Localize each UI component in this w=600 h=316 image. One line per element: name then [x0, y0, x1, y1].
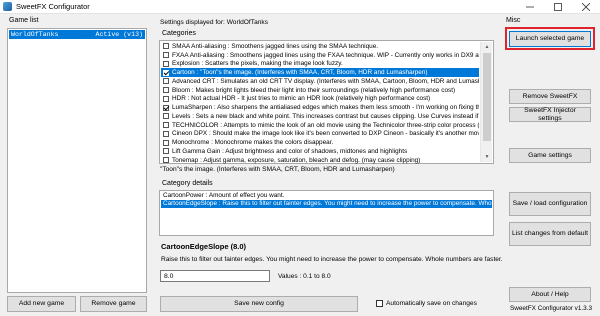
- autosave-checkbox[interactable]: [376, 300, 383, 307]
- category-item[interactable]: FXAA Anti-aliasing : Smoothens jagged li…: [161, 51, 479, 60]
- game-list-item[interactable]: WorldOfTanks Active (v13): [9, 30, 145, 39]
- category-checkbox[interactable]: [163, 139, 169, 146]
- maximize-icon: [554, 2, 562, 11]
- close-button[interactable]: [572, 0, 600, 14]
- category-item[interactable]: SMAA Anti-aliasing : Smoothens jagged li…: [161, 42, 479, 51]
- category-label: Explosion : Scatters the pixels, making …: [172, 60, 343, 68]
- category-item[interactable]: Monochrome : Monochrome makes the colors…: [161, 138, 479, 147]
- category-label: LumaSharpen : Also sharpens the antialia…: [172, 104, 479, 112]
- parameter-value-input[interactable]: 8.0: [160, 270, 270, 282]
- highlight-box: [505, 27, 595, 50]
- app-icon: [3, 2, 12, 11]
- parameter-title: CartoonEdgeSlope (8.0): [161, 242, 247, 251]
- category-details-label: Category details: [162, 180, 213, 187]
- category-label: Advanced CRT : Simulates an old CRT TV d…: [172, 77, 479, 85]
- category-label: Bloom : Makes bright lights bleed their …: [172, 86, 456, 94]
- category-item[interactable]: Advanced CRT : Simulates an old CRT TV d…: [161, 77, 479, 86]
- save-load-configuration-button[interactable]: Save / load configuration: [509, 192, 591, 216]
- list-changes-button[interactable]: List changes from default: [509, 222, 591, 246]
- categories-label: Categories: [162, 30, 196, 37]
- category-checkbox[interactable]: [163, 130, 169, 137]
- category-item[interactable]: LumaSharpen : Also sharpens the antialia…: [161, 103, 479, 112]
- game-settings-button[interactable]: Game settings: [509, 148, 591, 163]
- category-item[interactable]: Levels : Sets a new black and white poin…: [161, 112, 479, 121]
- about-help-button[interactable]: About / Help: [509, 287, 591, 302]
- category-label: Tonemap : Adjust gamma, exposure, satura…: [172, 156, 421, 164]
- version-text: SweetFX Configurator v1.3.3: [510, 305, 593, 312]
- scroll-down-icon[interactable]: ▼: [481, 152, 493, 162]
- parameter-description: Raise this to filter out fainter edges. …: [161, 256, 503, 263]
- game-status: Active (v13): [95, 31, 143, 38]
- category-checkbox[interactable]: [163, 157, 169, 164]
- game-name: WorldOfTanks: [11, 31, 59, 38]
- category-label: SMAA Anti-aliasing : Smoothens jagged li…: [172, 42, 379, 50]
- category-checkbox[interactable]: [163, 87, 169, 94]
- injector-settings-button[interactable]: SweetFX Injector settings: [509, 107, 591, 122]
- category-label: Monochrome : Monochrome makes the colors…: [172, 139, 334, 147]
- save-new-config-button[interactable]: Save new config: [160, 296, 358, 312]
- category-label: FXAA Anti-aliasing : Smoothens jagged li…: [172, 51, 479, 59]
- category-item[interactable]: Lift Gamma Gain : Adjust brightness and …: [161, 147, 479, 156]
- category-checkbox[interactable]: [163, 69, 169, 76]
- category-checkbox[interactable]: [163, 95, 169, 102]
- autosave-label: Automatically save on changes: [386, 300, 477, 307]
- scroll-up-icon[interactable]: ▲: [481, 42, 493, 52]
- category-checkbox[interactable]: [163, 122, 169, 129]
- category-description: "Toon"s the image. (Interferes with SMAA…: [160, 166, 395, 173]
- category-checkbox[interactable]: [163, 52, 169, 59]
- category-label: Cartoon : "Toon"s the image. (Interferes…: [172, 69, 428, 77]
- misc-label: Misc: [506, 17, 521, 24]
- category-checkbox[interactable]: [163, 113, 169, 120]
- detail-item[interactable]: CartoonEdgeSlope : Raise this to filter …: [161, 200, 492, 208]
- category-checkbox[interactable]: [163, 104, 169, 111]
- category-checkbox[interactable]: [163, 78, 169, 85]
- game-list-label: Game list: [9, 17, 39, 24]
- category-checkbox[interactable]: [163, 60, 169, 67]
- window-title: SweetFX Configurator: [16, 2, 90, 11]
- category-label: Lift Gamma Gain : Adjust brightness and …: [172, 147, 408, 155]
- close-icon: [582, 2, 590, 11]
- category-item[interactable]: HDR : Not actual HDR - It just tries to …: [161, 95, 479, 104]
- category-item[interactable]: Cartoon : "Toon"s the image. (Interferes…: [161, 68, 479, 77]
- minimize-icon: [526, 6, 534, 7]
- category-label: Cineon DPX : Should make the image look …: [172, 130, 479, 138]
- category-label: TECHNICOLOR : Attempts to mimic the look…: [172, 121, 479, 129]
- categories-scrollbar[interactable]: ▲ ▼: [480, 42, 492, 162]
- category-item[interactable]: Explosion : Scatters the pixels, making …: [161, 60, 479, 69]
- category-item[interactable]: Bloom : Makes bright lights bleed their …: [161, 86, 479, 95]
- detail-item[interactable]: CartoonPower : Amount of effect you want…: [161, 192, 492, 200]
- maximize-button[interactable]: [544, 0, 572, 14]
- category-item[interactable]: TECHNICOLOR : Attempts to mimic the look…: [161, 121, 479, 130]
- scroll-thumb[interactable]: [483, 53, 491, 141]
- add-new-game-button[interactable]: Add new game: [7, 296, 76, 312]
- parameter-range: Values : 0.1 to 8.0: [278, 273, 331, 280]
- category-label: HDR : Not actual HDR - It just tries to …: [172, 95, 431, 103]
- title-bar: SweetFX Configurator: [0, 0, 600, 14]
- category-item[interactable]: Tonemap : Adjust gamma, exposure, satura…: [161, 156, 479, 165]
- remove-game-button[interactable]: Remove game: [80, 296, 147, 312]
- category-checkbox[interactable]: [163, 43, 169, 50]
- category-details-list[interactable]: CartoonPower : Amount of effect you want…: [159, 190, 494, 236]
- remove-sweetfx-button[interactable]: Remove SweetFX: [509, 89, 591, 104]
- category-item[interactable]: Cineon DPX : Should make the image look …: [161, 130, 479, 139]
- category-checkbox[interactable]: [163, 148, 169, 155]
- category-label: Levels : Sets a new black and white poin…: [172, 112, 479, 120]
- game-list[interactable]: WorldOfTanks Active (v13): [7, 28, 147, 293]
- categories-list[interactable]: ▲ ▼ SMAA Anti-aliasing : Smoothens jagge…: [159, 40, 494, 164]
- settings-header: Settings displayed for: WorldOfTanks: [160, 19, 268, 26]
- minimize-button[interactable]: [516, 0, 544, 14]
